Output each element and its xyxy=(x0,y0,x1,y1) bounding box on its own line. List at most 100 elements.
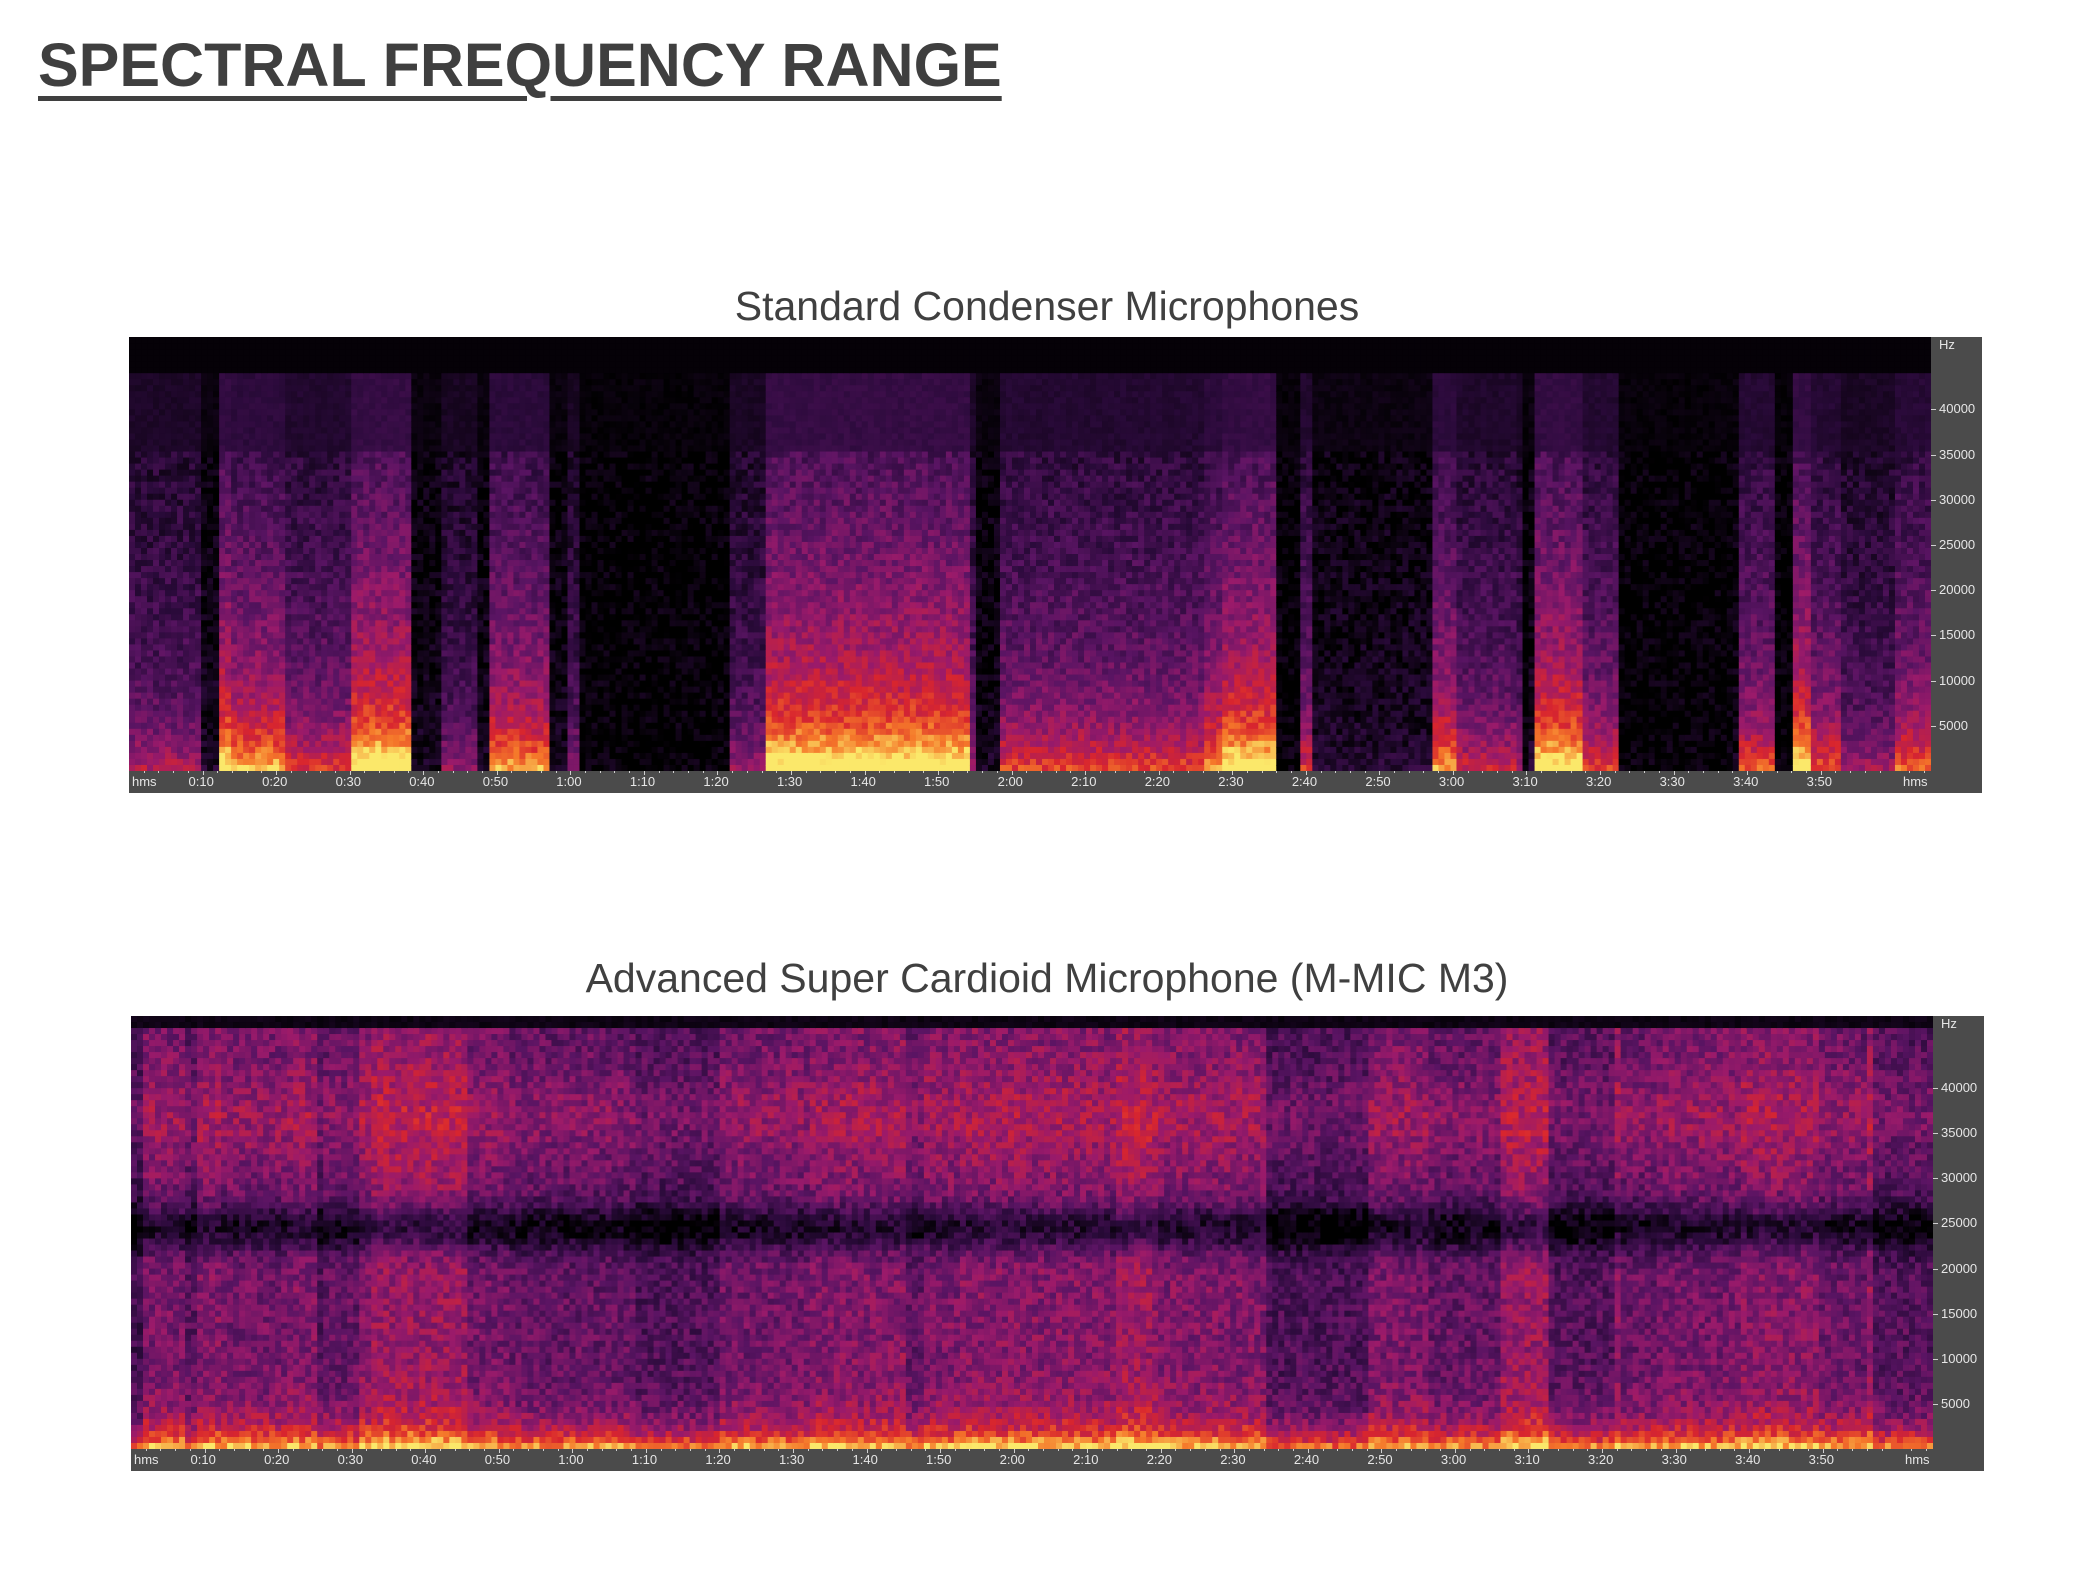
x-minor-tick xyxy=(1661,1449,1662,1451)
spectrogram-plot-advanced xyxy=(131,1016,1933,1449)
x-minor-tick xyxy=(835,771,836,773)
x-minor-tick xyxy=(982,771,983,773)
x-minor-tick xyxy=(1762,771,1763,773)
x-minor-tick xyxy=(1352,1449,1353,1451)
x-minor-tick xyxy=(453,771,454,773)
y-tick-label: 40000 xyxy=(1941,1080,1977,1095)
x-minor-tick xyxy=(837,1449,838,1451)
x-minor-tick xyxy=(1335,771,1336,773)
x-minor-tick xyxy=(396,1449,397,1451)
x-minor-tick xyxy=(188,771,189,773)
x-minor-tick xyxy=(438,771,439,773)
x-minor-tick xyxy=(969,1449,970,1451)
x-minor-tick xyxy=(1026,771,1027,773)
x-minor-tick xyxy=(513,1449,514,1451)
x-minor-tick xyxy=(1499,1449,1500,1451)
y-tick-mark xyxy=(1933,1359,1938,1360)
x-minor-tick xyxy=(1558,1449,1559,1451)
x-minor-tick xyxy=(408,771,409,773)
x-minor-tick xyxy=(482,771,483,773)
x-tick-label: 1:20 xyxy=(703,774,728,789)
x-minor-tick xyxy=(894,771,895,773)
x-minor-tick xyxy=(1852,1449,1853,1451)
y-tick-mark xyxy=(1931,500,1936,501)
x-minor-tick xyxy=(1777,771,1778,773)
x-minor-tick xyxy=(776,771,777,773)
x-minor-tick xyxy=(820,771,821,773)
x-minor-tick xyxy=(1041,771,1042,773)
y-tick-label: 25000 xyxy=(1941,1215,1977,1230)
x-minor-tick xyxy=(1880,771,1881,773)
x-minor-tick xyxy=(366,1449,367,1451)
x-minor-tick xyxy=(675,1449,676,1451)
x-tick-label: 1:20 xyxy=(705,1452,730,1467)
x-minor-tick xyxy=(1438,771,1439,773)
x-minor-tick xyxy=(1365,771,1366,773)
frequency-axis-standard: Hz 5000 10000 15000 20000 25000 30000 35000 4000… xyxy=(1931,337,1982,771)
x-minor-tick xyxy=(1293,1449,1294,1451)
x-minor-tick xyxy=(1249,1449,1250,1451)
y-tick-label: 10000 xyxy=(1941,1351,1977,1366)
x-minor-tick xyxy=(1791,771,1792,773)
x-tick-label: 0:20 xyxy=(264,1452,289,1467)
x-minor-tick xyxy=(1058,1449,1059,1451)
x-tick-label: 3:20 xyxy=(1588,1452,1613,1467)
x-minor-tick xyxy=(1585,771,1586,773)
x-minor-tick xyxy=(1865,771,1866,773)
x-tick-label: 2:00 xyxy=(998,774,1023,789)
y-tick-label: 35000 xyxy=(1939,447,1975,462)
x-minor-tick xyxy=(1203,771,1204,773)
y-tick-mark xyxy=(1933,1133,1938,1134)
x-tick-label: 1:50 xyxy=(924,774,949,789)
x-minor-tick xyxy=(850,771,851,773)
x-minor-tick xyxy=(322,1449,323,1451)
spectrogram-image xyxy=(131,1016,1933,1449)
x-minor-tick xyxy=(1411,1449,1412,1451)
x-minor-tick xyxy=(1440,1449,1441,1451)
x-minor-tick xyxy=(511,771,512,773)
y-tick-label: 30000 xyxy=(1941,1170,1977,1185)
x-tick-label: 0:20 xyxy=(262,774,287,789)
x-minor-tick xyxy=(1070,771,1071,773)
y-tick-mark xyxy=(1931,455,1936,456)
x-minor-tick xyxy=(541,771,542,773)
x-minor-tick xyxy=(732,771,733,773)
frequency-axis-advanced: Hz 5000 10000 15000 20000 25000 30000 35000 4000… xyxy=(1933,1016,1984,1449)
x-tick-label: 1:30 xyxy=(777,774,802,789)
x-minor-tick xyxy=(556,771,557,773)
y-tick-mark xyxy=(1931,726,1936,727)
x-minor-tick xyxy=(1924,771,1925,773)
x-minor-tick xyxy=(1321,771,1322,773)
x-minor-tick xyxy=(440,1449,441,1451)
x-minor-tick xyxy=(1793,1449,1794,1451)
y-tick-label: 15000 xyxy=(1941,1306,1977,1321)
x-minor-tick xyxy=(1323,1449,1324,1451)
x-minor-tick xyxy=(1173,771,1174,773)
x-minor-tick xyxy=(1703,771,1704,773)
x-tick-label: 3:30 xyxy=(1660,774,1685,789)
x-tick-label: 2:20 xyxy=(1147,1452,1172,1467)
x-tick-label: 2:30 xyxy=(1220,1452,1245,1467)
chart-title-advanced: Advanced Super Cardioid Microphone (M-MI… xyxy=(0,955,2094,1002)
x-tick-label: 2:10 xyxy=(1073,1452,1098,1467)
x-minor-tick xyxy=(587,1449,588,1451)
x-minor-tick xyxy=(234,1449,235,1451)
x-minor-tick xyxy=(1175,1449,1176,1451)
x-minor-tick xyxy=(1690,1449,1691,1451)
y-tick-label: 15000 xyxy=(1939,627,1975,642)
x-minor-tick xyxy=(173,771,174,773)
x-unit-label: hms xyxy=(134,1452,159,1467)
x-minor-tick xyxy=(1247,771,1248,773)
x-minor-tick xyxy=(600,771,601,773)
x-minor-tick xyxy=(394,771,395,773)
x-minor-tick xyxy=(1278,1449,1279,1451)
y-tick-label: 30000 xyxy=(1939,492,1975,507)
y-tick-label: 20000 xyxy=(1941,1261,1977,1276)
x-minor-tick xyxy=(1720,1449,1721,1451)
x-minor-tick xyxy=(925,1449,926,1451)
x-minor-tick xyxy=(1262,771,1263,773)
x-minor-tick xyxy=(160,1449,161,1451)
x-minor-tick xyxy=(1190,1449,1191,1451)
x-minor-tick xyxy=(1146,1449,1147,1451)
x-minor-tick xyxy=(1100,771,1101,773)
